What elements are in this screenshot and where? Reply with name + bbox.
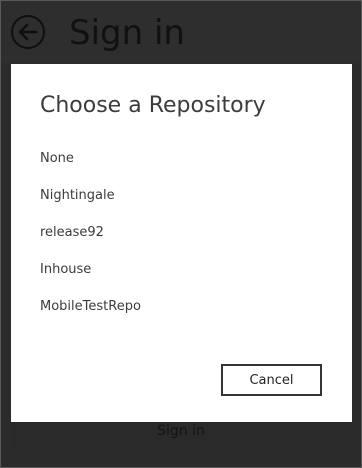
repository-item-mobiletestrepo[interactable]: MobileTestRepo [40, 298, 141, 335]
page-header: Sign in [1, 1, 361, 63]
dialog-title: Choose a Repository [40, 93, 266, 118]
cancel-button[interactable]: Cancel [221, 364, 322, 396]
sign-in-button-label: Sign in [157, 423, 205, 439]
choose-repository-dialog: Choose a Repository None Nightingale rel… [11, 64, 352, 422]
repository-item-none[interactable]: None [40, 150, 141, 187]
repository-item-inhouse[interactable]: Inhouse [40, 261, 141, 298]
repository-item-release92[interactable]: release92 [40, 224, 141, 261]
page-title: Sign in [69, 13, 185, 53]
back-button[interactable] [11, 15, 45, 49]
repository-list: None Nightingale release92 Inhouse Mobil… [40, 150, 141, 335]
app-frame: Sign in Sign in Choose a Repository None… [0, 0, 362, 468]
repository-item-nightingale[interactable]: Nightingale [40, 187, 141, 224]
back-arrow-icon [18, 23, 38, 41]
